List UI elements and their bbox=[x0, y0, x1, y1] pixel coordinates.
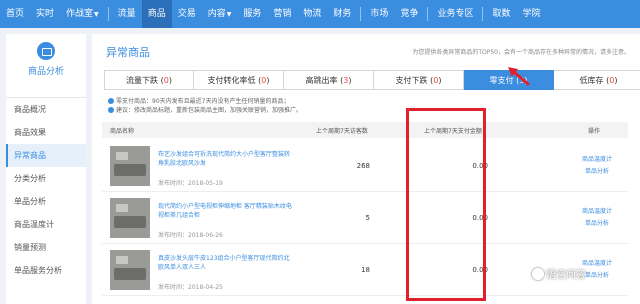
chevron-down-icon: ▼ bbox=[94, 11, 99, 18]
product-thumbnail[interactable] bbox=[110, 198, 150, 238]
tab-low-conversion[interactable]: 支付转化率低 (0) bbox=[194, 70, 284, 90]
sidebar-item-product-service-analysis[interactable]: 单品服务分析 bbox=[6, 259, 86, 282]
nav-divider bbox=[107, 7, 109, 21]
nav-fetch-data[interactable]: 取数 bbox=[486, 0, 516, 28]
info-icon bbox=[108, 98, 114, 104]
visits-value: 18 bbox=[361, 266, 370, 274]
single-analysis-link[interactable]: 单品分析 bbox=[572, 166, 622, 175]
publish-time: 发布时间：2018-06-26 bbox=[158, 232, 223, 239]
visits-value: 268 bbox=[356, 162, 370, 170]
nav-logistics[interactable]: 物流 bbox=[297, 0, 327, 28]
product-thumbnail[interactable] bbox=[110, 250, 150, 290]
nav-divider bbox=[360, 7, 362, 21]
nav-divider bbox=[427, 7, 429, 21]
note-suggestion: 建议：修改商品标题，重新包装商品主图，加强关联营销，加强推广。 bbox=[108, 106, 302, 115]
table-header: 商品名称 上个周期7天访客数 上个周期7天支付金额 操作 bbox=[102, 122, 628, 138]
col-header-operations: 操作 bbox=[588, 128, 601, 135]
info-icon bbox=[108, 107, 114, 113]
nav-marketing[interactable]: 营销 bbox=[267, 0, 297, 28]
tab-bar: 流量下跌 (0) 支付转化率低 (0) 高跳出率 (3) 支付下跌 (0) 零支… bbox=[104, 70, 640, 90]
nav-competition[interactable]: 竞争 bbox=[394, 0, 424, 28]
nav-realtime[interactable]: 实时 bbox=[30, 0, 60, 28]
nav-product[interactable]: 商品 bbox=[141, 0, 172, 28]
visits-value: 5 bbox=[365, 214, 370, 222]
nav-traffic[interactable]: 流量 bbox=[112, 0, 142, 28]
sidebar-header: 商品分析 bbox=[6, 42, 86, 98]
nav-trade[interactable]: 交易 bbox=[172, 0, 202, 28]
sidebar-item-abnormal-products[interactable]: 异常商品 bbox=[6, 144, 86, 167]
product-analysis-icon bbox=[37, 42, 55, 60]
tab-high-bounce[interactable]: 高跳出率 (3) bbox=[284, 70, 374, 90]
notes: 零支付商品：90天内发布且最近7天内没有产生任何销量的商品； 建议：修改商品标题… bbox=[108, 97, 302, 115]
col-header-name: 商品名称 bbox=[110, 128, 135, 135]
nav-content[interactable]: 内容▼ bbox=[202, 0, 238, 28]
table-row: 现代简约小户型电视柜伸缩地柜 客厅精装贴木纹电视柜茶几组合柜 发布时间：2018… bbox=[102, 192, 628, 244]
sidebar-item-category-analysis[interactable]: 分类分析 bbox=[6, 167, 86, 190]
nav-academy[interactable]: 学院 bbox=[516, 0, 546, 28]
top-navigation: 首页 实时 作战室▼ 流量 商品 交易 内容▼ 服务 营销 物流 财务 市场 竞… bbox=[0, 0, 640, 28]
tab-payment-drop[interactable]: 支付下跌 (0) bbox=[374, 70, 464, 90]
nav-divider bbox=[482, 7, 484, 21]
col-header-visits: 上个周期7天访客数 bbox=[316, 128, 368, 135]
sidebar-item-product-effect[interactable]: 商品效果 bbox=[6, 121, 86, 144]
sidebar-item-sales-forecast[interactable]: 销量预测 bbox=[6, 236, 86, 259]
page-description: 为您提供各类异常商品的TOP50，会有一个商品存在多种异常的情况，请多注意。 bbox=[412, 49, 630, 56]
note-definition: 零支付商品：90天内发布且最近7天内没有产生任何销量的商品； bbox=[108, 97, 302, 106]
nav-finance[interactable]: 财务 bbox=[327, 0, 357, 28]
nav-war-room[interactable]: 作战室▼ bbox=[60, 0, 105, 28]
publish-time: 发布时间：2018-05-19 bbox=[158, 180, 223, 187]
tab-traffic-drop[interactable]: 流量下跌 (0) bbox=[104, 70, 194, 90]
watermark: 悟空问答 bbox=[532, 266, 586, 281]
thermometer-link[interactable]: 商品温度计 bbox=[572, 206, 622, 215]
nav-service[interactable]: 服务 bbox=[237, 0, 267, 28]
sidebar-item-single-product-analysis[interactable]: 单品分析 bbox=[6, 190, 86, 213]
product-name-link[interactable]: 真皮沙发头层牛皮123组合小户型客厅现代简约北欧风单人双人三人 bbox=[158, 254, 294, 272]
product-name-link[interactable]: 现代简约小户型电视柜伸缩地柜 客厅精装贴木纹电视柜茶几组合柜 bbox=[158, 202, 294, 220]
product-name-link[interactable]: 布艺沙发组合可拆洗现代简约大小户型客厅整装转角乳胶北欧风沙发 bbox=[158, 150, 294, 168]
sidebar-item-product-overview[interactable]: 商品概况 bbox=[6, 98, 86, 121]
table-row: 布艺沙发组合可拆洗现代简约大小户型客厅整装转角乳胶北欧风沙发 发布时间：2018… bbox=[102, 140, 628, 192]
nav-business-zone[interactable]: 业务专区 bbox=[431, 0, 479, 28]
main-panel: 异常商品 为您提供各类异常商品的TOP50，会有一个商品存在多种异常的情况，请多… bbox=[92, 34, 640, 304]
tab-low-stock[interactable]: 低库存 (0) bbox=[554, 70, 640, 90]
sidebar-item-product-thermometer[interactable]: 商品温度计 bbox=[6, 213, 86, 236]
page-title: 异常商品 bbox=[106, 46, 150, 59]
nav-home[interactable]: 首页 bbox=[0, 0, 30, 28]
highlight-box bbox=[406, 108, 486, 301]
thermometer-link[interactable]: 商品温度计 bbox=[572, 154, 622, 163]
chevron-down-icon: ▼ bbox=[226, 11, 232, 18]
single-analysis-link[interactable]: 单品分析 bbox=[572, 218, 622, 227]
watermark-logo-icon bbox=[532, 268, 544, 280]
sidebar-title: 商品分析 bbox=[27, 67, 64, 77]
sidebar: 商品分析 商品概况 商品效果 异常商品 分类分析 单品分析 商品温度计 销量预测… bbox=[6, 34, 86, 304]
nav-market[interactable]: 市场 bbox=[364, 0, 394, 28]
publish-time: 发布时间：2018-04-25 bbox=[158, 284, 223, 291]
product-thumbnail[interactable] bbox=[110, 146, 150, 186]
